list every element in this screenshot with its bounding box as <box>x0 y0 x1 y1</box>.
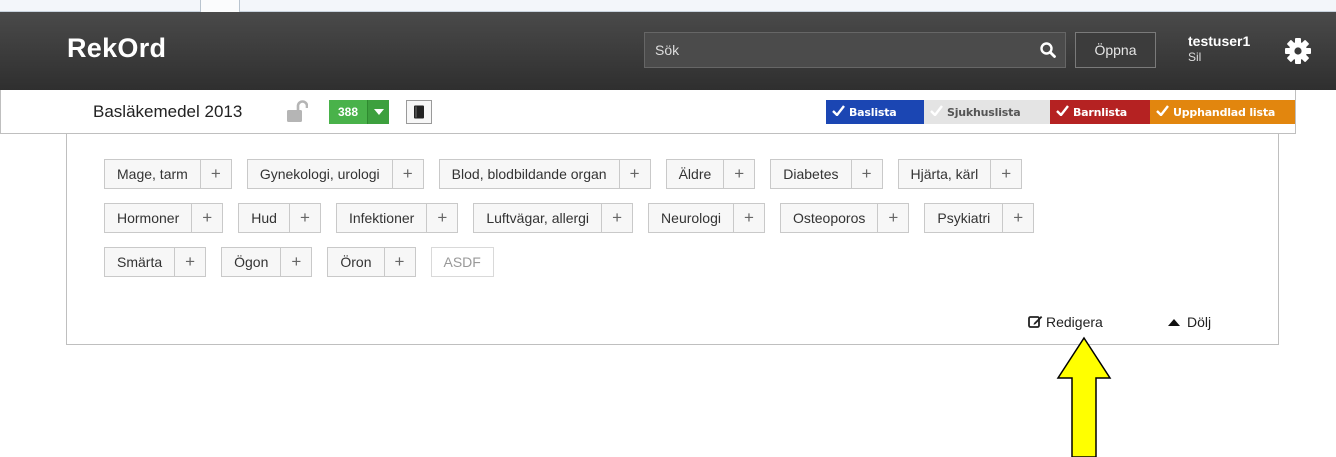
search-input[interactable] <box>645 33 1025 67</box>
category-tag-label[interactable]: Smärta <box>104 247 176 277</box>
category-tag: Psykiatri + <box>924 203 1035 233</box>
top-navbar: RekOrd Öppna testuser1 Sil <box>0 12 1336 90</box>
checkmark-icon <box>832 105 845 119</box>
category-tags: Mage, tarm + Gynekologi, urologi + Blod, b… <box>104 159 1254 291</box>
flag-baslista[interactable]: Baslista <box>826 100 924 124</box>
flag-label: Sjukhuslista <box>947 105 1021 119</box>
category-tag: Ögon + <box>221 247 313 277</box>
checkmark-icon <box>1156 105 1169 119</box>
edit-link[interactable]: Redigera <box>1028 314 1103 330</box>
browser-chrome-strip <box>0 0 1336 12</box>
category-tag-label[interactable]: Hjärta, kärl <box>897 159 992 189</box>
add-category-button[interactable]: + <box>1003 203 1035 233</box>
brand-logo[interactable]: RekOrd <box>67 33 166 64</box>
add-category-button[interactable]: + <box>281 247 313 277</box>
edit-icon <box>1028 316 1043 328</box>
book-icon <box>414 105 424 119</box>
flag-label: Barnlista <box>1073 105 1128 119</box>
flag-upphandlad-lista[interactable]: Upphandlad lista <box>1150 100 1295 124</box>
add-category-button[interactable]: + <box>200 159 232 189</box>
list-title: Basläkemedel 2013 <box>93 102 243 121</box>
checkmark-icon <box>930 105 943 119</box>
category-tag: Blod, blodbildande organ + <box>438 159 651 189</box>
category-tag-label[interactable]: Luftvägar, allergi <box>473 203 603 233</box>
gear-icon[interactable] <box>1283 36 1313 66</box>
category-tag: Mage, tarm + <box>104 159 232 189</box>
category-tag-label[interactable]: Osteoporos <box>779 203 879 233</box>
flag-label: Upphandlad lista <box>1173 105 1276 119</box>
category-tag-label: ASDF <box>430 247 494 277</box>
search-icon[interactable] <box>1039 41 1057 59</box>
unlocked-lock-icon[interactable] <box>286 100 308 124</box>
add-category-button[interactable]: + <box>427 203 459 233</box>
category-tag-label[interactable]: Infektioner <box>335 203 428 233</box>
add-category-button[interactable]: + <box>384 247 416 277</box>
category-panel: Mage, tarm + Gynekologi, urologi + Blod, b… <box>66 134 1279 345</box>
category-tag: Hjärta, kärl + <box>897 159 1023 189</box>
chevron-down-icon[interactable] <box>367 100 389 124</box>
triangle-up-icon <box>1168 318 1180 326</box>
edit-label: Redigera <box>1046 314 1103 330</box>
category-tag: Hud + <box>238 203 321 233</box>
list-toolbar: Basläkemedel 2013 388 Baslista Sjukhusli… <box>0 90 1296 134</box>
flag-barnlista[interactable]: Barnlista <box>1050 100 1150 124</box>
disabled-category-tag: ASDF <box>430 247 494 277</box>
category-tag: Infektioner + <box>335 203 459 233</box>
category-tag: Öron + <box>327 247 416 277</box>
add-category-button[interactable]: + <box>851 159 883 189</box>
category-tag: Äldre + <box>665 159 756 189</box>
add-category-button[interactable]: + <box>878 203 910 233</box>
category-tag-label[interactable]: Äldre <box>665 159 725 189</box>
tag-row: Smärta + Ögon + Öron + ASDF <box>104 247 1254 277</box>
category-tag: Osteoporos + <box>779 203 910 233</box>
category-tag-label[interactable]: Psykiatri <box>924 203 1004 233</box>
category-tag-label[interactable]: Ögon <box>221 247 282 277</box>
add-category-button[interactable]: + <box>619 159 651 189</box>
category-tag-label[interactable]: Neurologi <box>648 203 734 233</box>
book-button[interactable] <box>406 100 432 124</box>
category-tag: Hormoner + <box>104 203 224 233</box>
category-tag: Smärta + <box>104 247 207 277</box>
category-tag-label[interactable]: Hud <box>238 203 290 233</box>
search-box <box>644 32 1066 68</box>
flag-sjukhuslista[interactable]: Sjukhuslista <box>924 100 1050 124</box>
add-category-button[interactable]: + <box>991 159 1023 189</box>
user-menu[interactable]: testuser1 Sil <box>1188 33 1250 64</box>
category-tag-label[interactable]: Hormoner <box>104 203 193 233</box>
category-tag-label[interactable]: Öron <box>327 247 385 277</box>
add-category-button[interactable]: + <box>192 203 224 233</box>
annotation-arrow-icon <box>1056 336 1112 457</box>
add-category-button[interactable]: + <box>289 203 321 233</box>
add-category-button[interactable]: + <box>175 247 207 277</box>
add-category-button[interactable]: + <box>392 159 424 189</box>
checkmark-icon <box>1056 105 1069 119</box>
item-count: 388 <box>329 100 367 124</box>
category-tag: Diabetes + <box>770 159 883 189</box>
hide-label: Dölj <box>1187 314 1212 330</box>
category-tag: Luftvägar, allergi + <box>473 203 634 233</box>
user-subtitle: Sil <box>1188 50 1202 64</box>
item-count-dropdown[interactable]: 388 <box>329 100 389 124</box>
category-tag-label[interactable]: Diabetes <box>770 159 852 189</box>
category-tag-label[interactable]: Mage, tarm <box>104 159 201 189</box>
add-category-button[interactable]: + <box>602 203 634 233</box>
list-type-flags: Baslista Sjukhuslista Barnlista Upphandl… <box>826 100 1295 124</box>
hide-link[interactable]: Dölj <box>1168 314 1211 330</box>
category-tag: Gynekologi, urologi + <box>246 159 424 189</box>
user-name: testuser1 <box>1188 33 1251 49</box>
tag-row: Hormoner + Hud + Infektioner + Luftvägar, a… <box>104 203 1254 233</box>
flag-label: Baslista <box>849 105 897 119</box>
add-category-button[interactable]: + <box>724 159 756 189</box>
category-tag-label[interactable]: Gynekologi, urologi <box>246 159 393 189</box>
tag-row: Mage, tarm + Gynekologi, urologi + Blod, b… <box>104 159 1254 189</box>
open-button[interactable]: Öppna <box>1075 32 1156 68</box>
category-tag: Neurologi + <box>648 203 765 233</box>
category-tag-label[interactable]: Blod, blodbildande organ <box>438 159 620 189</box>
add-category-button[interactable]: + <box>733 203 765 233</box>
browser-tab-edge <box>200 0 240 12</box>
